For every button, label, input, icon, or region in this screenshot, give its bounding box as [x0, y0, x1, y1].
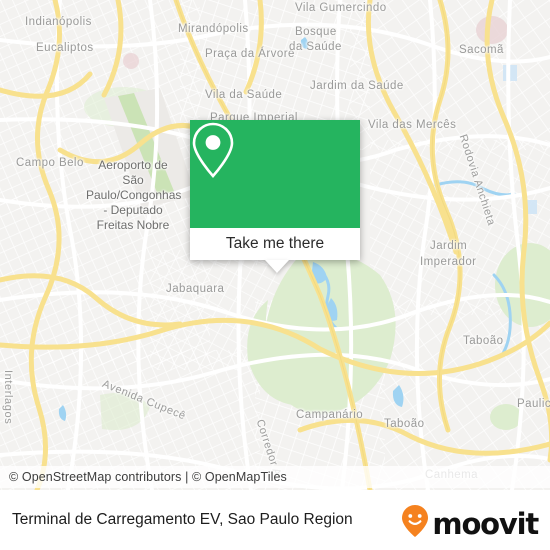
location-popup-card[interactable]: Take me there — [190, 120, 360, 273]
moovit-pin-smiley-icon — [400, 504, 430, 543]
take-me-there-button[interactable]: Take me there — [190, 228, 360, 260]
footer-bar: Terminal de Carregamento EV, Sao Paulo R… — [0, 490, 550, 550]
map-attribution-text[interactable]: © OpenStreetMap contributors | © OpenMap… — [9, 470, 287, 484]
map-attribution-bar: © OpenStreetMap contributors | © OpenMap… — [0, 466, 550, 488]
moovit-logo[interactable]: moovit — [400, 504, 539, 543]
map-canvas[interactable]: Indianópolis Eucaliptos Mirandópolis Pra… — [0, 0, 550, 490]
popup-header — [190, 120, 360, 228]
page-title: Terminal de Carregamento EV, Sao Paulo R… — [12, 511, 353, 528]
moovit-wordmark: moovit — [432, 506, 539, 541]
popup-pointer-tail — [265, 260, 289, 273]
screenshot-root: Indianópolis Eucaliptos Mirandópolis Pra… — [0, 0, 550, 550]
take-me-there-label: Take me there — [225, 235, 325, 252]
